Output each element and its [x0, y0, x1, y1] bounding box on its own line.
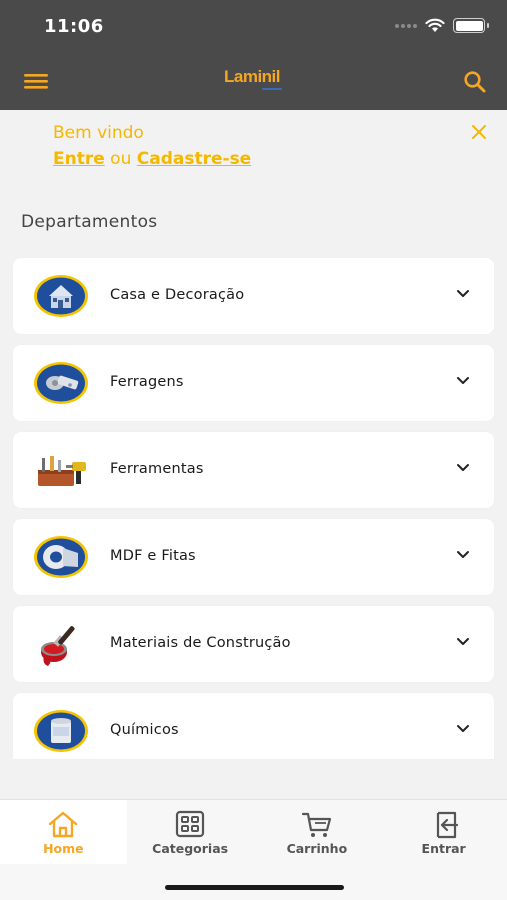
tab-label: Entrar [421, 841, 466, 856]
tab-home[interactable]: Home [0, 800, 127, 864]
battery-icon [453, 18, 489, 33]
tab-categorias[interactable]: Categorias [127, 800, 254, 864]
signup-link[interactable]: Cadastre-se [137, 149, 251, 169]
chevron-down-icon [457, 377, 469, 384]
department-item-ferragens[interactable]: Ferragens [13, 345, 494, 421]
department-label: Materiais de Construção [110, 635, 291, 651]
login-link[interactable]: Entre [53, 149, 105, 169]
tab-label: Carrinho [286, 841, 348, 856]
welcome-close-button[interactable] [471, 124, 487, 140]
app-bar: Laminil [0, 52, 507, 110]
paint-brush-icon [41, 626, 75, 666]
chevron-down-icon [457, 725, 469, 732]
department-item-casa-decoracao[interactable]: Casa e Decoração [13, 258, 494, 334]
chevron-down-icon [457, 638, 469, 645]
grid-icon [176, 810, 205, 838]
department-item-mdf-fitas[interactable]: MDF e Fitas [13, 519, 494, 595]
edge-tape-icon [34, 536, 88, 578]
bottom-tab-bar: Home Categorias Carrinho Entrar [0, 799, 507, 864]
department-item-quimicos[interactable]: Químicos [13, 693, 494, 759]
tab-label: Categorias [152, 841, 229, 856]
status-icons [395, 18, 489, 33]
welcome-banner: Bem vindo Entre ou Cadastre-se [0, 110, 507, 190]
department-label: Ferramentas [110, 461, 204, 477]
bottom-safe-area [0, 864, 507, 900]
tools-icon [38, 456, 86, 486]
welcome-title: Bem vindo [53, 123, 144, 143]
cart-icon [301, 812, 331, 837]
status-time: 11:06 [44, 16, 104, 37]
chevron-down-icon [457, 290, 469, 297]
login-icon [436, 811, 458, 839]
app-logo: Laminil [224, 66, 284, 96]
department-label: Químicos [110, 722, 179, 738]
logo-text: Laminil [224, 67, 281, 86]
search-button[interactable] [463, 70, 487, 94]
cellular-signal-icon [395, 23, 417, 28]
tab-entrar[interactable]: Entrar [380, 800, 507, 864]
home-icon [49, 811, 78, 838]
welcome-links: Entre ou Cadastre-se [53, 149, 251, 169]
house-icon [34, 275, 88, 317]
department-label: Ferragens [110, 374, 184, 390]
paint-can-icon [34, 710, 88, 752]
hinge-icon [34, 362, 88, 404]
close-icon [472, 125, 486, 139]
hamburger-menu-icon [24, 74, 48, 89]
hamburger-menu-button[interactable] [24, 70, 50, 92]
departments-heading: Departamentos [21, 212, 158, 232]
welcome-connector: ou [110, 149, 132, 169]
wifi-icon [425, 18, 445, 32]
search-icon [464, 71, 486, 93]
logo-underline [262, 88, 282, 90]
department-label: Casa e Decoração [110, 287, 245, 303]
tab-label: Home [43, 841, 84, 856]
chevron-down-icon [457, 551, 469, 558]
chevron-down-icon [457, 464, 469, 471]
departments-list: Casa e Decoração Ferragens Ferramentas M… [13, 258, 494, 770]
tab-carrinho[interactable]: Carrinho [254, 800, 381, 864]
status-bar: 11:06 [0, 0, 507, 52]
home-indicator [165, 885, 344, 890]
department-item-ferramentas[interactable]: Ferramentas [13, 432, 494, 508]
department-label: MDF e Fitas [110, 548, 196, 564]
department-item-materiais-construcao[interactable]: Materiais de Construção [13, 606, 494, 682]
